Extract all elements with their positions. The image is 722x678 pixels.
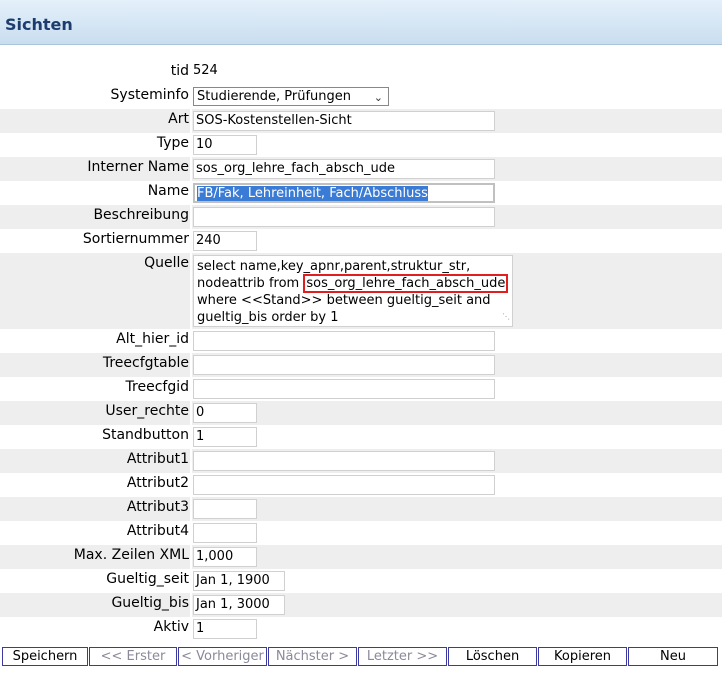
- row-systeminfo: Systeminfo Studierende, Prüfungen ⌄: [0, 85, 722, 109]
- attribut1-label: Attribut1: [126, 451, 189, 467]
- gueltig-bis-label: Gueltig_bis: [111, 595, 189, 611]
- user-rechte-input[interactable]: 0: [193, 403, 257, 423]
- page-header: Sichten: [0, 0, 722, 45]
- tid-value: 524: [193, 63, 218, 78]
- row-attribut4: Attribut4: [0, 521, 722, 545]
- delete-button[interactable]: Löschen: [448, 647, 537, 666]
- quelle-line-2-prefix: nodeattrib from: [197, 276, 304, 291]
- attribut2-label: Attribut2: [126, 475, 189, 491]
- row-art: Art SOS-Kostenstellen-Sicht: [0, 109, 722, 133]
- art-input[interactable]: SOS-Kostenstellen-Sicht: [193, 111, 495, 131]
- gueltig-seit-label: Gueltig_seit: [106, 571, 189, 587]
- type-label: Type: [156, 135, 189, 151]
- first-record-button[interactable]: << Erster: [89, 647, 177, 666]
- alt-hier-id-input[interactable]: [193, 331, 495, 351]
- row-attribut3: Attribut3: [0, 497, 722, 521]
- page-title: Sichten: [5, 15, 73, 34]
- quelle-label: Quelle: [144, 255, 189, 271]
- quelle-line-4: gueltig_bis order by 1: [197, 310, 339, 325]
- attribut4-label: Attribut4: [126, 523, 189, 539]
- name-label: Name: [147, 183, 189, 199]
- beschreibung-input[interactable]: [193, 207, 495, 227]
- art-label: Art: [168, 111, 189, 127]
- user-rechte-label: User_rechte: [105, 403, 189, 419]
- treecfgtable-input[interactable]: [193, 355, 495, 375]
- save-button[interactable]: Speichern: [2, 647, 88, 666]
- row-treecfgid: Treecfgid: [0, 377, 722, 401]
- row-name: Name FB/Fak, Lehreinheit, Fach/Abschluss: [0, 181, 722, 205]
- type-input[interactable]: 10: [193, 135, 257, 155]
- name-input[interactable]: FB/Fak, Lehreinheit, Fach/Abschluss: [193, 183, 495, 203]
- systeminfo-label: Systeminfo: [110, 87, 189, 103]
- record-form: tid 524 Systeminfo Studierende, Prüfunge…: [0, 61, 722, 641]
- quelle-line-3: where <<Stand>> between gueltig_seit and: [197, 293, 491, 308]
- aktiv-label: Aktiv: [153, 619, 189, 635]
- standbutton-input[interactable]: 1: [193, 427, 257, 447]
- max-zeilen-xml-input[interactable]: 1,000: [193, 547, 257, 567]
- tid-label: tid: [170, 63, 189, 79]
- interner-name-input[interactable]: sos_org_lehre_fach_absch_ude: [193, 159, 495, 179]
- quelle-textarea[interactable]: select name,key_apnr,parent,struktur_str…: [193, 255, 513, 327]
- gueltig-bis-input[interactable]: Jan 1, 3000: [193, 595, 285, 615]
- treecfgid-label: Treecfgid: [125, 379, 189, 395]
- row-quelle: Quelle select name,key_apnr,parent,struk…: [0, 253, 722, 329]
- row-attribut2: Attribut2: [0, 473, 722, 497]
- attribut1-input[interactable]: [193, 451, 495, 471]
- sortiernummer-label: Sortiernummer: [82, 231, 189, 247]
- row-type: Type 10: [0, 133, 722, 157]
- action-bar: Speichern << Erster < Vorheriger Nächste…: [0, 647, 722, 667]
- row-sortiernummer: Sortiernummer 240: [0, 229, 722, 253]
- previous-record-button[interactable]: < Vorheriger: [178, 647, 267, 666]
- treecfgid-input[interactable]: [193, 379, 495, 399]
- attribut4-input[interactable]: [193, 523, 257, 543]
- chevron-down-icon: ⌄: [373, 91, 383, 104]
- copy-button[interactable]: Kopieren: [538, 647, 627, 666]
- aktiv-input[interactable]: 1: [193, 619, 257, 639]
- row-gueltig-seit: Gueltig_seit Jan 1, 1900: [0, 569, 722, 593]
- row-standbutton: Standbutton 1: [0, 425, 722, 449]
- max-zeilen-xml-label: Max. Zeilen XML: [73, 547, 189, 563]
- alt-hier-id-label: Alt_hier_id: [116, 331, 189, 347]
- beschreibung-label: Beschreibung: [93, 207, 189, 223]
- quelle-table-highlight: sos_org_lehre_fach_absch_ude: [303, 274, 509, 293]
- quelle-line-1: select name,key_apnr,parent,struktur_str…: [197, 259, 471, 274]
- standbutton-label: Standbutton: [102, 427, 189, 443]
- gueltig-seit-input[interactable]: Jan 1, 1900: [193, 571, 285, 591]
- sortiernummer-input[interactable]: 240: [193, 231, 257, 251]
- systeminfo-select[interactable]: Studierende, Prüfungen ⌄: [193, 87, 389, 106]
- new-button[interactable]: Neu: [628, 647, 718, 666]
- next-record-button[interactable]: Nächster >: [268, 647, 357, 666]
- quelle-line-2: nodeattrib from sos_org_lehre_fach_absch…: [197, 274, 509, 293]
- row-attribut1: Attribut1: [0, 449, 722, 473]
- row-aktiv: Aktiv 1: [0, 617, 722, 641]
- row-user-rechte: User_rechte 0: [0, 401, 722, 425]
- name-selected-text: FB/Fak, Lehreinheit, Fach/Abschluss: [197, 186, 428, 201]
- resize-grip-icon[interactable]: ⋱: [502, 308, 510, 325]
- row-alt-hier-id: Alt_hier_id: [0, 329, 722, 353]
- row-treecfgtable: Treecfgtable: [0, 353, 722, 377]
- attribut3-label: Attribut3: [126, 499, 189, 515]
- row-tid: tid 524: [0, 61, 722, 85]
- attribut2-input[interactable]: [193, 475, 495, 495]
- row-interner-name: Interner Name sos_org_lehre_fach_absch_u…: [0, 157, 722, 181]
- last-record-button[interactable]: Letzter >>: [358, 647, 447, 666]
- row-beschreibung: Beschreibung: [0, 205, 722, 229]
- treecfgtable-label: Treecfgtable: [102, 355, 189, 371]
- systeminfo-selected-value: Studierende, Prüfungen: [197, 89, 352, 104]
- interner-name-label: Interner Name: [87, 159, 189, 175]
- row-max-zeilen-xml: Max. Zeilen XML 1,000: [0, 545, 722, 569]
- attribut3-input[interactable]: [193, 499, 257, 519]
- row-gueltig-bis: Gueltig_bis Jan 1, 3000: [0, 593, 722, 617]
